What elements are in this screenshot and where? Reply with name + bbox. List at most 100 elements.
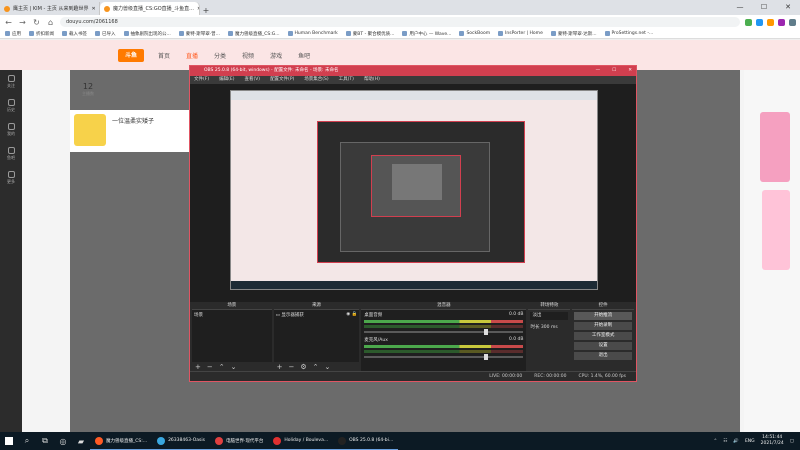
address-bar[interactable]: douyu.com/2061168 — [60, 17, 740, 27]
remove-icon[interactable]: − — [289, 363, 295, 371]
obs-minimize-button[interactable]: — — [596, 66, 601, 76]
promo-banner[interactable] — [760, 112, 790, 182]
chevron-up-icon[interactable]: ⌃ — [714, 439, 718, 444]
start-button[interactable] — [0, 432, 18, 450]
nvidia-icon[interactable]: ▰ — [72, 432, 90, 450]
bookmark-item[interactable]: SockBoom — [459, 31, 490, 36]
obs-close-button[interactable]: ✕ — [628, 66, 632, 76]
add-icon[interactable]: + — [195, 363, 201, 371]
bookmark-item[interactable]: 载入书签 — [62, 31, 87, 37]
add-icon[interactable]: + — [277, 363, 283, 371]
taskbar-app-music[interactable]: Holiday / Bouleva... — [268, 432, 334, 450]
avatar[interactable] — [74, 114, 106, 146]
browser-tab-2[interactable]: 魔力兽级直播_CS:GO直播_斗鱼直... ✕ — [100, 2, 200, 15]
obs-preview[interactable] — [190, 84, 636, 302]
slider-handle[interactable] — [483, 354, 488, 360]
browser-tab-1[interactable]: 鹰主页 | KIM - 主页 从来到趣世界 ✕ — [0, 2, 100, 15]
nav-category[interactable]: 分类 — [214, 51, 226, 60]
start-streaming-button[interactable]: 开始推流 — [574, 312, 633, 320]
rail-history[interactable]: 历史 — [0, 94, 22, 118]
eye-icon[interactable]: ◉ 🔒 — [346, 312, 357, 317]
back-icon[interactable]: ← — [4, 18, 13, 27]
settings-button[interactable]: 设置 — [574, 342, 633, 350]
taskbar-app-oasis[interactable]: 26338463-Oasis — [152, 432, 210, 450]
bookmark-item[interactable]: ProSettings.net -... — [604, 31, 653, 36]
nav-game[interactable]: 游戏 — [270, 51, 282, 60]
bookmark-item[interactable]: InsPorter | Home — [498, 31, 543, 36]
taskbar-app-browser[interactable]: 魔力兽级直播_CS:... — [90, 432, 153, 450]
remove-icon[interactable]: − — [207, 363, 213, 371]
taskbar-app-obs[interactable]: OBS 25.0.8 (64-bi... — [333, 432, 399, 450]
taskbar-app-platform[interactable]: 电脑世界·现代平台 — [209, 432, 269, 450]
rail-fishbar[interactable]: 鱼吧 — [0, 142, 22, 166]
notification-icon[interactable]: ▢ — [790, 439, 794, 444]
bookmark-item[interactable]: 蒙特·斯琴翠·曾... — [178, 31, 220, 37]
bookmark-item[interactable]: 折扣新闻 — [29, 31, 54, 37]
bookmark-item[interactable]: Human Benchmark — [287, 31, 338, 36]
rail-more[interactable]: 更多 — [0, 166, 22, 190]
extension-icon[interactable] — [778, 18, 785, 26]
move-up-icon[interactable]: ⌃ — [219, 363, 225, 371]
menu-scene-collection[interactable]: 场景集合(S) — [304, 76, 328, 84]
search-icon[interactable]: ⌕ — [18, 432, 36, 450]
steam-icon[interactable]: ◎ — [54, 432, 72, 450]
new-tab-button[interactable]: + — [200, 6, 212, 15]
transitions-dock-title: 转场特效 — [528, 302, 571, 310]
start-recording-button[interactable]: 开始录制 — [574, 322, 633, 330]
extension-icon[interactable] — [767, 18, 774, 26]
source-item[interactable]: ▭ 显示器捕获 ◉ 🔒 — [276, 312, 358, 318]
reload-icon[interactable]: ↻ — [32, 18, 41, 27]
bookmark-item[interactable]: 魔力兽级直播_CS:G... — [227, 31, 280, 37]
home-icon[interactable]: ⌂ — [46, 18, 55, 27]
nav-fishbar[interactable]: 鱼吧 — [298, 51, 310, 60]
scene-item[interactable]: 场景 — [194, 312, 270, 318]
rail-follow[interactable]: 关注 — [0, 70, 22, 94]
close-button[interactable]: ✕ — [776, 0, 800, 15]
gift-banner[interactable] — [762, 190, 790, 270]
bookmark-icon — [459, 31, 465, 36]
bookmark-item[interactable]: 蒙BT - 聚合模优质... — [345, 31, 394, 37]
move-down-icon[interactable]: ⌄ — [231, 363, 237, 371]
nav-live[interactable]: 直播 — [186, 51, 198, 60]
clock[interactable]: 14:51:44 2021/7/24 — [761, 435, 784, 447]
studio-mode-button[interactable]: 工作室模式 — [574, 332, 633, 340]
nav-home[interactable]: 首页 — [158, 51, 170, 60]
move-up-icon[interactable]: ⌃ — [313, 363, 319, 371]
more-icon — [7, 171, 15, 178]
bookmark-item[interactable]: 用户中心 — Wave... — [402, 31, 451, 37]
minimize-button[interactable]: — — [728, 0, 752, 15]
extension-icon[interactable] — [745, 18, 752, 26]
chrome-icon — [95, 436, 103, 445]
network-icon[interactable]: ☷ — [723, 439, 727, 444]
menu-profile[interactable]: 配置文件(P) — [270, 76, 294, 84]
bookmark-icon — [5, 31, 10, 36]
exit-button[interactable]: 退出 — [574, 352, 633, 360]
extension-icon[interactable] — [756, 18, 763, 26]
transition-select[interactable]: 淡出 — [530, 312, 569, 320]
tab-close-icon[interactable]: ✕ — [92, 6, 96, 12]
menu-tools[interactable]: 工具(T) — [339, 76, 354, 84]
menu-help[interactable]: 帮助(H) — [364, 76, 380, 84]
profile-icon[interactable] — [789, 18, 796, 26]
bookmark-item[interactable]: 蒙特·斯琴翠·达斯... — [550, 31, 597, 37]
language-indicator[interactable]: ENG — [745, 439, 755, 444]
slider-handle[interactable] — [483, 329, 488, 335]
menu-file[interactable]: 文件(F) — [194, 76, 209, 84]
gear-icon[interactable]: ⚙ — [300, 363, 306, 371]
rail-mine[interactable]: 我的 — [0, 118, 22, 142]
move-down-icon[interactable]: ⌄ — [325, 363, 331, 371]
menu-edit[interactable]: 编辑(E) — [219, 76, 234, 84]
volume-slider[interactable] — [364, 329, 524, 335]
forward-icon[interactable]: → — [18, 18, 27, 27]
nav-video[interactable]: 视频 — [242, 51, 254, 60]
task-view-icon[interactable]: ⧉ — [36, 432, 54, 450]
bookmark-item[interactable]: 应用 — [5, 31, 21, 37]
obs-maximize-button[interactable]: ☐ — [612, 66, 616, 76]
bookmark-item[interactable]: 已导入 — [95, 31, 116, 37]
menu-view[interactable]: 查看(V) — [244, 76, 260, 84]
volume-icon[interactable]: 🔊 — [733, 439, 739, 444]
volume-slider[interactable] — [364, 354, 524, 360]
bookmark-item[interactable]: 抽象剧院出现的公... — [123, 31, 171, 37]
maximize-button[interactable]: ☐ — [752, 0, 776, 15]
site-logo[interactable]: 斗鱼 — [118, 48, 144, 62]
